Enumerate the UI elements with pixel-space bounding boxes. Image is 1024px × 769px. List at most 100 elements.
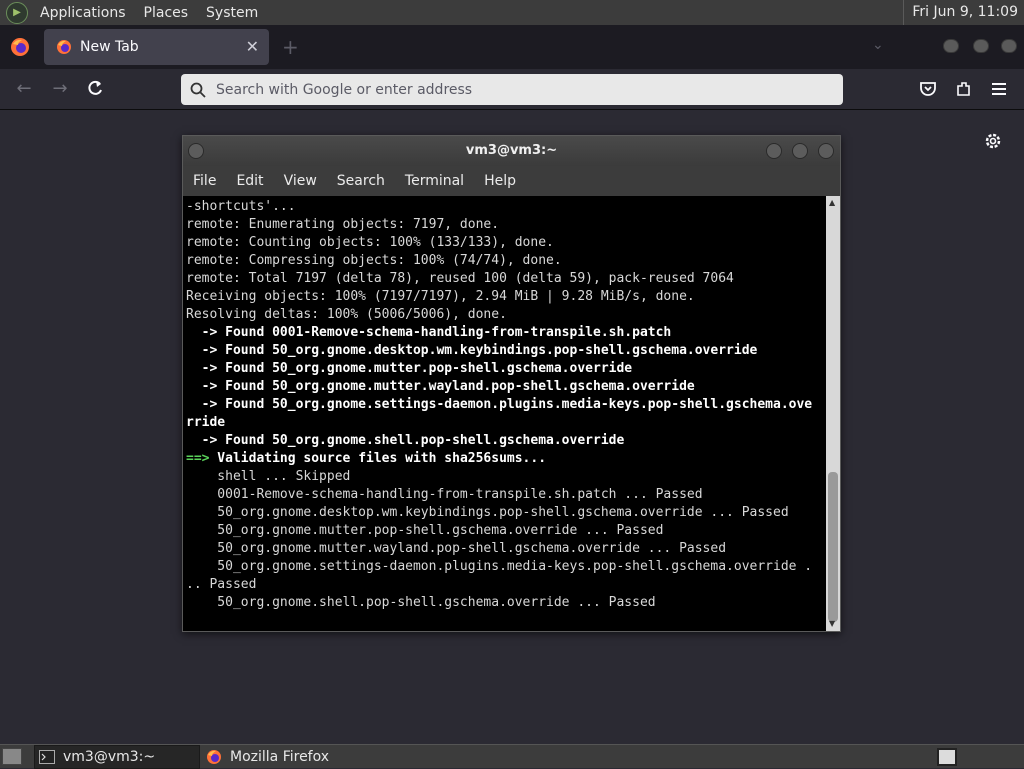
- extensions-icon[interactable]: [955, 80, 973, 98]
- terminal-line-text: remote: Total 7197 (delta 78), reused 10…: [186, 271, 734, 286]
- search-icon: [190, 82, 206, 98]
- bottom-panel: vm3@vm3:~ Mozilla Firefox: [0, 744, 1024, 769]
- terminal-line-text: -shortcuts'...: [186, 199, 296, 214]
- terminal-line-text: Validating source files with sha256sums.…: [209, 451, 547, 466]
- terminal-line-text: remote: Compressing objects: 100% (74/74…: [186, 253, 562, 268]
- pocket-icon[interactable]: [919, 80, 937, 98]
- maximize-window-button[interactable]: [973, 39, 989, 53]
- terminal-line: 50_org.gnome.mutter.pop-shell.gschema.ov…: [183, 522, 826, 540]
- scroll-up-icon[interactable]: ▲: [829, 198, 835, 207]
- tab-new-tab[interactable]: New Tab ✕: [44, 29, 269, 65]
- workspace-switcher[interactable]: [937, 748, 957, 766]
- terminal-line-text: -> Found 50_org.gnome.mutter.pop-shell.g…: [186, 361, 633, 376]
- terminal-menubar: File Edit View Search Terminal Help: [183, 166, 840, 196]
- terminal-line-text: remote: Enumerating objects: 7197, done.: [186, 217, 500, 232]
- terminal-line: 50_org.gnome.settings-daemon.plugins.med…: [183, 558, 826, 576]
- list-all-tabs-icon[interactable]: ⌄: [872, 37, 884, 53]
- terminal-scrollbar[interactable]: ▲ ▼: [826, 196, 840, 631]
- menu-view[interactable]: View: [274, 173, 327, 189]
- terminal-line: remote: Total 7197 (delta 78), reused 10…: [183, 270, 826, 288]
- terminal-line: -> Found 50_org.gnome.desktop.wm.keybind…: [183, 342, 826, 360]
- terminal-line: 50_org.gnome.desktop.wm.keybindings.pop-…: [183, 504, 826, 522]
- terminal-icon: [39, 750, 55, 764]
- firefox-icon: [207, 750, 221, 764]
- terminal-close-button[interactable]: [818, 143, 834, 159]
- reload-icon[interactable]: [86, 80, 104, 98]
- terminal-line: -> Found 50_org.gnome.mutter.pop-shell.g…: [183, 360, 826, 378]
- terminal-line: Resolving deltas: 100% (5006/5006), done…: [183, 306, 826, 324]
- firefox-favicon-icon: [57, 40, 71, 54]
- terminal-line: ==> Validating source files with sha256s…: [183, 450, 826, 468]
- terminal-line-text: 50_org.gnome.settings-daemon.plugins.med…: [186, 559, 813, 574]
- clock[interactable]: Fri Jun 9, 11:09: [903, 0, 1018, 25]
- menu-places[interactable]: Places: [138, 5, 195, 21]
- terminal-line: remote: Counting objects: 100% (133/133)…: [183, 234, 826, 252]
- terminal-line: shell ... Skipped: [183, 468, 826, 486]
- gear-icon[interactable]: [983, 131, 1003, 151]
- minimize-window-button[interactable]: [943, 39, 959, 53]
- terminal-title[interactable]: vm3@vm3:~: [183, 136, 840, 166]
- terminal-line-text: remote: Counting objects: 100% (133/133)…: [186, 235, 554, 250]
- hamburger-menu-icon[interactable]: [991, 81, 1007, 97]
- terminal-line: -> Found 50_org.gnome.settings-daemon.pl…: [183, 396, 826, 414]
- firefox-nav-bar: ← →: [0, 69, 1024, 110]
- terminal-line: rride: [183, 414, 826, 432]
- terminal-line-text: rride: [186, 415, 226, 430]
- terminal-line-text: -> Found 50_org.gnome.settings-daemon.pl…: [186, 397, 813, 412]
- terminal-line: remote: Enumerating objects: 7197, done.: [183, 216, 826, 234]
- terminal-line: Receiving objects: 100% (7197/7197), 2.9…: [183, 288, 826, 306]
- menu-search[interactable]: Search: [327, 173, 395, 189]
- taskbar-item-terminal[interactable]: vm3@vm3:~: [34, 745, 200, 769]
- firefox-view-icon[interactable]: [10, 37, 30, 57]
- terminal-line-text: 50_org.gnome.mutter.wayland.pop-shell.gs…: [186, 541, 727, 556]
- back-arrow-icon[interactable]: ←: [12, 77, 36, 101]
- taskbar-item-firefox[interactable]: Mozilla Firefox: [202, 745, 382, 769]
- terminal-line-text: 0001-Remove-schema-handling-from-transpi…: [186, 487, 703, 502]
- taskbar-label-terminal: vm3@vm3:~: [63, 749, 156, 765]
- terminal-line-text: -> Found 50_org.gnome.shell.pop-shell.gs…: [186, 433, 625, 448]
- close-window-button[interactable]: [1001, 39, 1017, 53]
- terminal-line: 50_org.gnome.shell.pop-shell.gschema.ove…: [183, 594, 826, 612]
- close-tab-icon[interactable]: ✕: [246, 37, 259, 56]
- taskbar-label-firefox: Mozilla Firefox: [230, 749, 330, 765]
- terminal-line: 0001-Remove-schema-handling-from-transpi…: [183, 486, 826, 504]
- menu-applications[interactable]: Applications: [34, 5, 132, 21]
- terminal-output[interactable]: -shortcuts'... remote: Enumerating object…: [183, 196, 826, 631]
- menu-terminal[interactable]: Terminal: [395, 173, 474, 189]
- menu-file[interactable]: File: [183, 173, 226, 189]
- menu-help[interactable]: Help: [474, 173, 526, 189]
- terminal-line-text: -> Found 50_org.gnome.mutter.wayland.pop…: [186, 379, 695, 394]
- terminal-line: -> Found 0001-Remove-schema-handling-fro…: [183, 324, 826, 342]
- distro-logo-icon[interactable]: ▶: [6, 1, 28, 24]
- address-bar[interactable]: [181, 74, 843, 105]
- terminal-line: -> Found 50_org.gnome.mutter.wayland.pop…: [183, 378, 826, 396]
- new-tab-button[interactable]: +: [282, 35, 299, 59]
- terminal-line: -shortcuts'...: [183, 198, 826, 216]
- terminal-line-text: 50_org.gnome.mutter.pop-shell.gschema.ov…: [186, 523, 664, 538]
- terminal-line: 50_org.gnome.mutter.wayland.pop-shell.gs…: [183, 540, 826, 558]
- firefox-tab-bar: New Tab ✕ + ⌄: [0, 25, 1024, 69]
- terminal-line-text: .. Passed: [186, 577, 257, 592]
- terminal-line-text: -> Found 50_org.gnome.desktop.wm.keybind…: [186, 343, 758, 358]
- scroll-down-icon[interactable]: ▼: [829, 619, 835, 628]
- terminal-window[interactable]: vm3@vm3:~ File Edit View Search Terminal…: [182, 135, 841, 632]
- menu-edit[interactable]: Edit: [226, 173, 273, 189]
- url-input[interactable]: [216, 81, 816, 98]
- tab-title: New Tab: [80, 39, 139, 55]
- terminal-line-text: 50_org.gnome.desktop.wm.keybindings.pop-…: [186, 505, 789, 520]
- terminal-line-text: -> Found 0001-Remove-schema-handling-fro…: [186, 325, 672, 340]
- terminal-line-text: Resolving deltas: 100% (5006/5006), done…: [186, 307, 507, 322]
- window-menu-button[interactable]: [188, 143, 204, 159]
- terminal-line: remote: Compressing objects: 100% (74/74…: [183, 252, 826, 270]
- terminal-line-text: Receiving objects: 100% (7197/7197), 2.9…: [186, 289, 695, 304]
- show-desktop-icon[interactable]: [2, 748, 22, 765]
- terminal-line-text: 50_org.gnome.shell.pop-shell.gschema.ove…: [186, 595, 656, 610]
- terminal-minimize-button[interactable]: [766, 143, 782, 159]
- terminal-line: -> Found 50_org.gnome.shell.pop-shell.gs…: [183, 432, 826, 450]
- terminal-maximize-button[interactable]: [792, 143, 808, 159]
- terminal-line: .. Passed: [183, 576, 826, 594]
- forward-arrow-icon[interactable]: →: [48, 77, 72, 101]
- menu-system[interactable]: System: [200, 5, 264, 21]
- scrollbar-thumb[interactable]: [828, 472, 838, 622]
- terminal-line-text: shell ... Skipped: [186, 469, 351, 484]
